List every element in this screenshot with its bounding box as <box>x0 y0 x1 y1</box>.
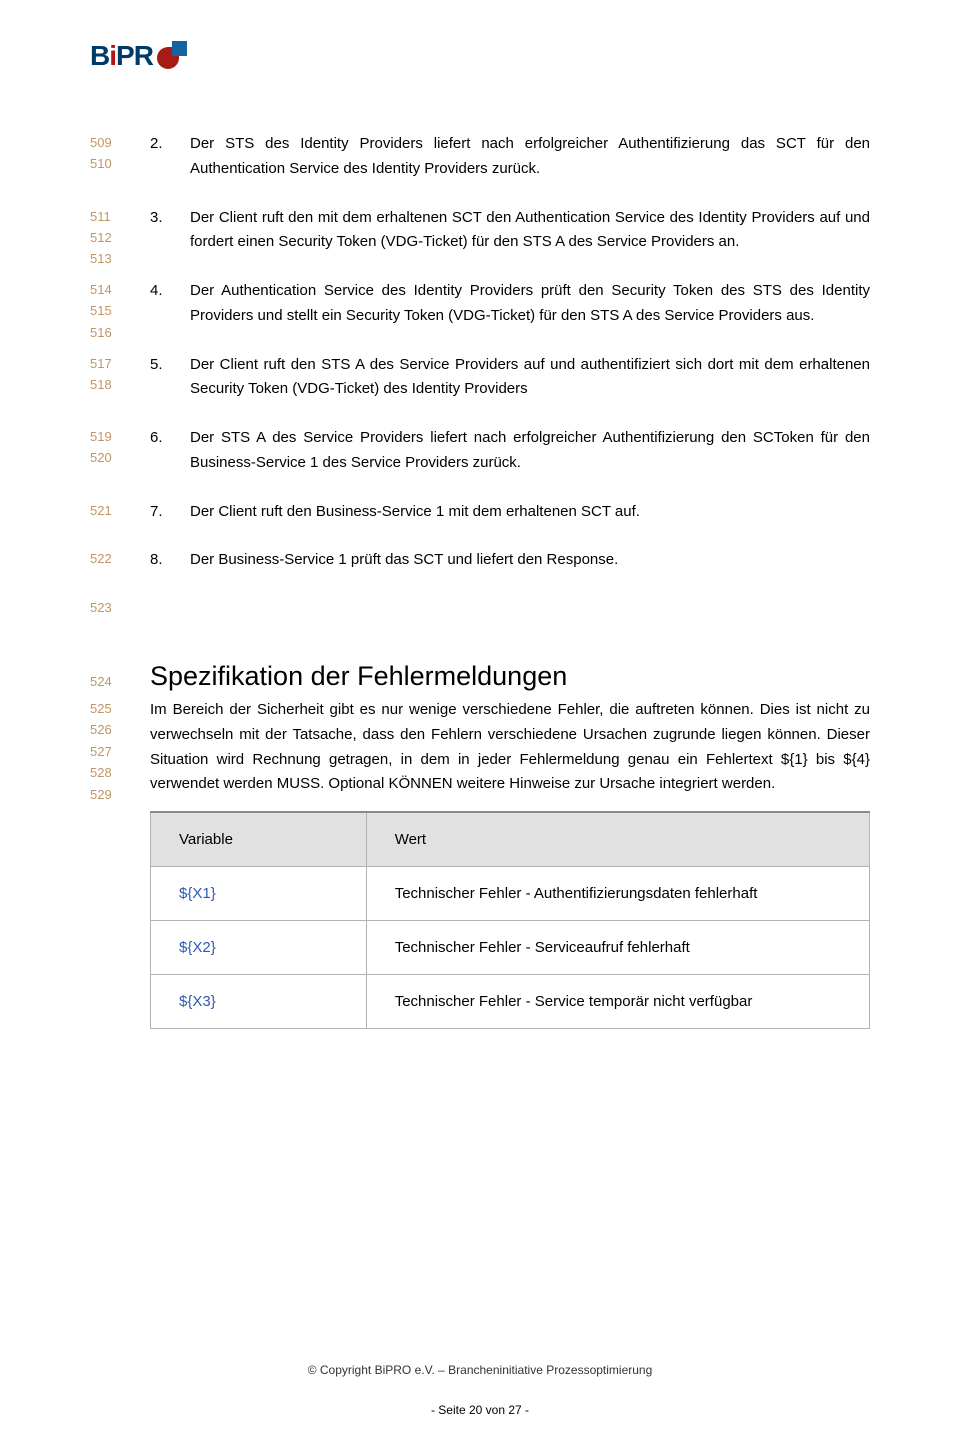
line-numbers: 514515516 <box>90 279 112 343</box>
line-numbers: 511512513 <box>90 206 112 270</box>
line-numbers: 517518 <box>90 353 112 396</box>
cell-wert: Technischer Fehler - Service temporär ni… <box>366 975 869 1029</box>
logo: BiPR <box>90 40 870 72</box>
list-item: 519520 6. Der STS A des Service Provider… <box>190 426 870 476</box>
line-numbers: 525 526 527 528 529 <box>90 698 112 805</box>
ordered-list: 509510 2. Der STS des Identity Providers… <box>150 132 870 573</box>
item-number: 2. <box>150 132 163 157</box>
logo-text: BiPR <box>90 40 153 72</box>
cell-variable: ${X3} <box>151 975 367 1029</box>
cell-variable: ${X2} <box>151 921 367 975</box>
list-item: 509510 2. Der STS des Identity Providers… <box>190 132 870 182</box>
table-row: ${X3} Technischer Fehler - Service tempo… <box>151 975 870 1029</box>
logo-pr: PR <box>116 40 153 71</box>
item-number: 8. <box>150 548 163 573</box>
item-number: 7. <box>150 500 163 525</box>
item-text: Der Authentication Service des Identity … <box>190 282 870 324</box>
list-item: 521 7. Der Client ruft den Business-Serv… <box>190 500 870 525</box>
list-item: 514515516 4. Der Authentication Service … <box>190 279 870 329</box>
paragraph-wrap: 525 526 527 528 529 Im Bereich der Siche… <box>150 698 870 797</box>
item-text: Der Business-Service 1 prüft das SCT und… <box>190 551 618 568</box>
variables-table: Variable Wert ${X1} Technischer Fehler -… <box>150 811 870 1029</box>
cell-variable: ${X1} <box>151 867 367 921</box>
cell-wert: Technischer Fehler - Serviceaufruf fehle… <box>366 921 869 975</box>
blank-line: 523 <box>150 597 870 621</box>
cell-wert: Technischer Fehler - Authentifizierungsd… <box>366 867 869 921</box>
list-item: 522 8. Der Business-Service 1 prüft das … <box>190 548 870 573</box>
item-text: Der STS A des Service Providers liefert … <box>190 429 870 471</box>
item-text: Der Client ruft den STS A des Service Pr… <box>190 356 870 398</box>
item-text: Der STS des Identity Providers liefert n… <box>190 135 870 177</box>
line-numbers: 522 <box>90 548 112 569</box>
th-wert: Wert <box>366 812 869 867</box>
footer-copyright: © Copyright BiPRO e.V. – Brancheninitiat… <box>0 1363 960 1377</box>
heading-wrap: 524 Spezifikation der Fehlermeldungen <box>150 661 870 692</box>
logo-i: i <box>109 40 116 71</box>
section-heading: Spezifikation der Fehlermeldungen <box>150 661 870 692</box>
th-variable: Variable <box>151 812 367 867</box>
item-number: 5. <box>150 353 163 378</box>
line-number: 523 <box>90 597 112 618</box>
page-number: - Seite 20 von 27 - <box>0 1403 960 1417</box>
table-row: ${X1} Technischer Fehler - Authentifizie… <box>151 867 870 921</box>
list-item: 517518 5. Der Client ruft den STS A des … <box>190 353 870 403</box>
logo-icon <box>157 41 187 71</box>
item-number: 4. <box>150 279 163 304</box>
logo-b: B <box>90 40 109 71</box>
line-numbers: 521 <box>90 500 112 521</box>
paragraph-text: Im Bereich der Sicherheit gibt es nur we… <box>150 698 870 797</box>
item-text: Der Client ruft den Business-Service 1 m… <box>190 503 640 520</box>
item-number: 6. <box>150 426 163 451</box>
line-numbers: 519520 <box>90 426 112 469</box>
line-numbers: 509510 <box>90 132 112 175</box>
item-number: 3. <box>150 206 163 231</box>
content-area: 509510 2. Der STS des Identity Providers… <box>150 132 870 1029</box>
table-row: ${X2} Technischer Fehler - Serviceaufruf… <box>151 921 870 975</box>
list-item: 511512513 3. Der Client ruft den mit dem… <box>190 206 870 256</box>
line-number: 524 <box>90 671 112 692</box>
item-text: Der Client ruft den mit dem erhaltenen S… <box>190 209 870 251</box>
